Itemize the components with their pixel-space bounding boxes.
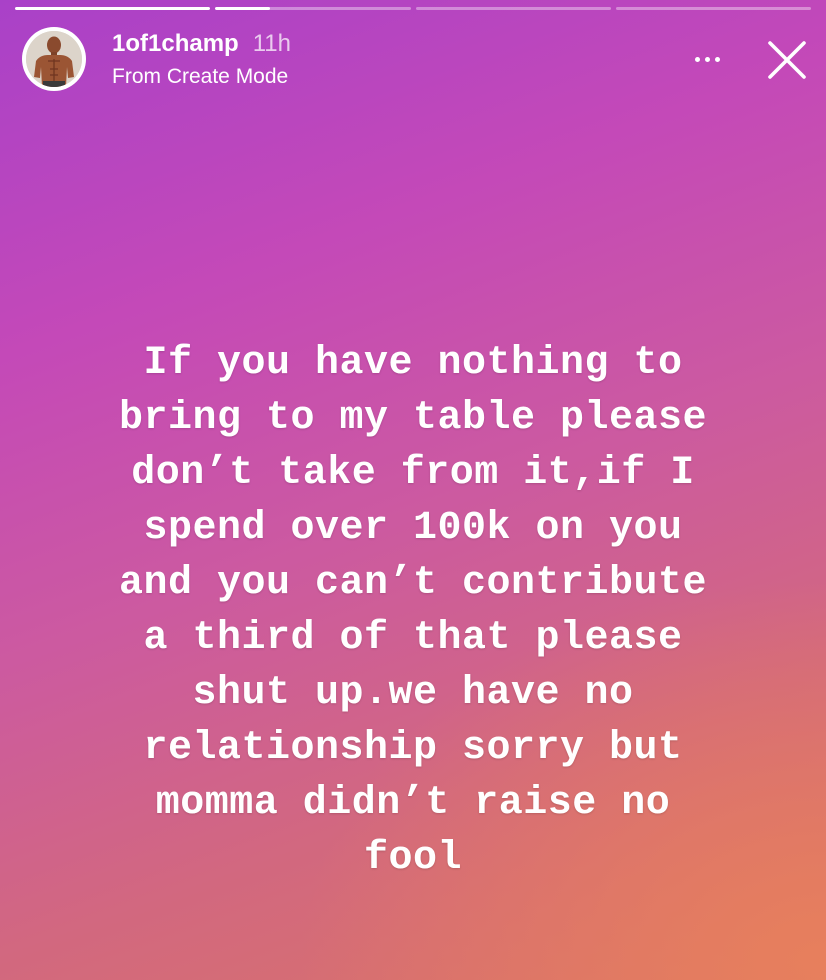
more-horizontal-icon [714,56,720,62]
more-horizontal-icon [704,56,710,62]
person-photo-icon [26,31,82,87]
progress-segment [415,7,611,10]
username[interactable]: 1of1champ [112,30,239,57]
progress-segment-fill [15,7,211,10]
story-subtitle[interactable]: From Create Mode [112,65,291,89]
story-viewer[interactable]: 1of1champ 11h From Create Mode If you hav… [0,0,826,980]
avatar-photo [26,31,82,87]
story-progress-bar [15,7,811,10]
story-text: If you have nothing to bring to my table… [118,341,708,881]
story-header: 1of1champ 11h From Create Mode [22,27,812,91]
progress-segment [15,7,211,10]
close-icon [768,41,806,79]
progress-segment [215,7,411,10]
story-time: 11h [252,30,291,57]
avatar[interactable] [22,27,86,91]
progress-segment [615,7,811,10]
progress-segment-fill [215,7,270,10]
close-button[interactable] [762,35,812,85]
more-options-button[interactable] [682,41,732,77]
user-meta: 1of1champ 11h From Create Mode [112,31,291,89]
more-horizontal-icon [694,56,700,62]
user-line: 1of1champ 11h [112,31,291,57]
